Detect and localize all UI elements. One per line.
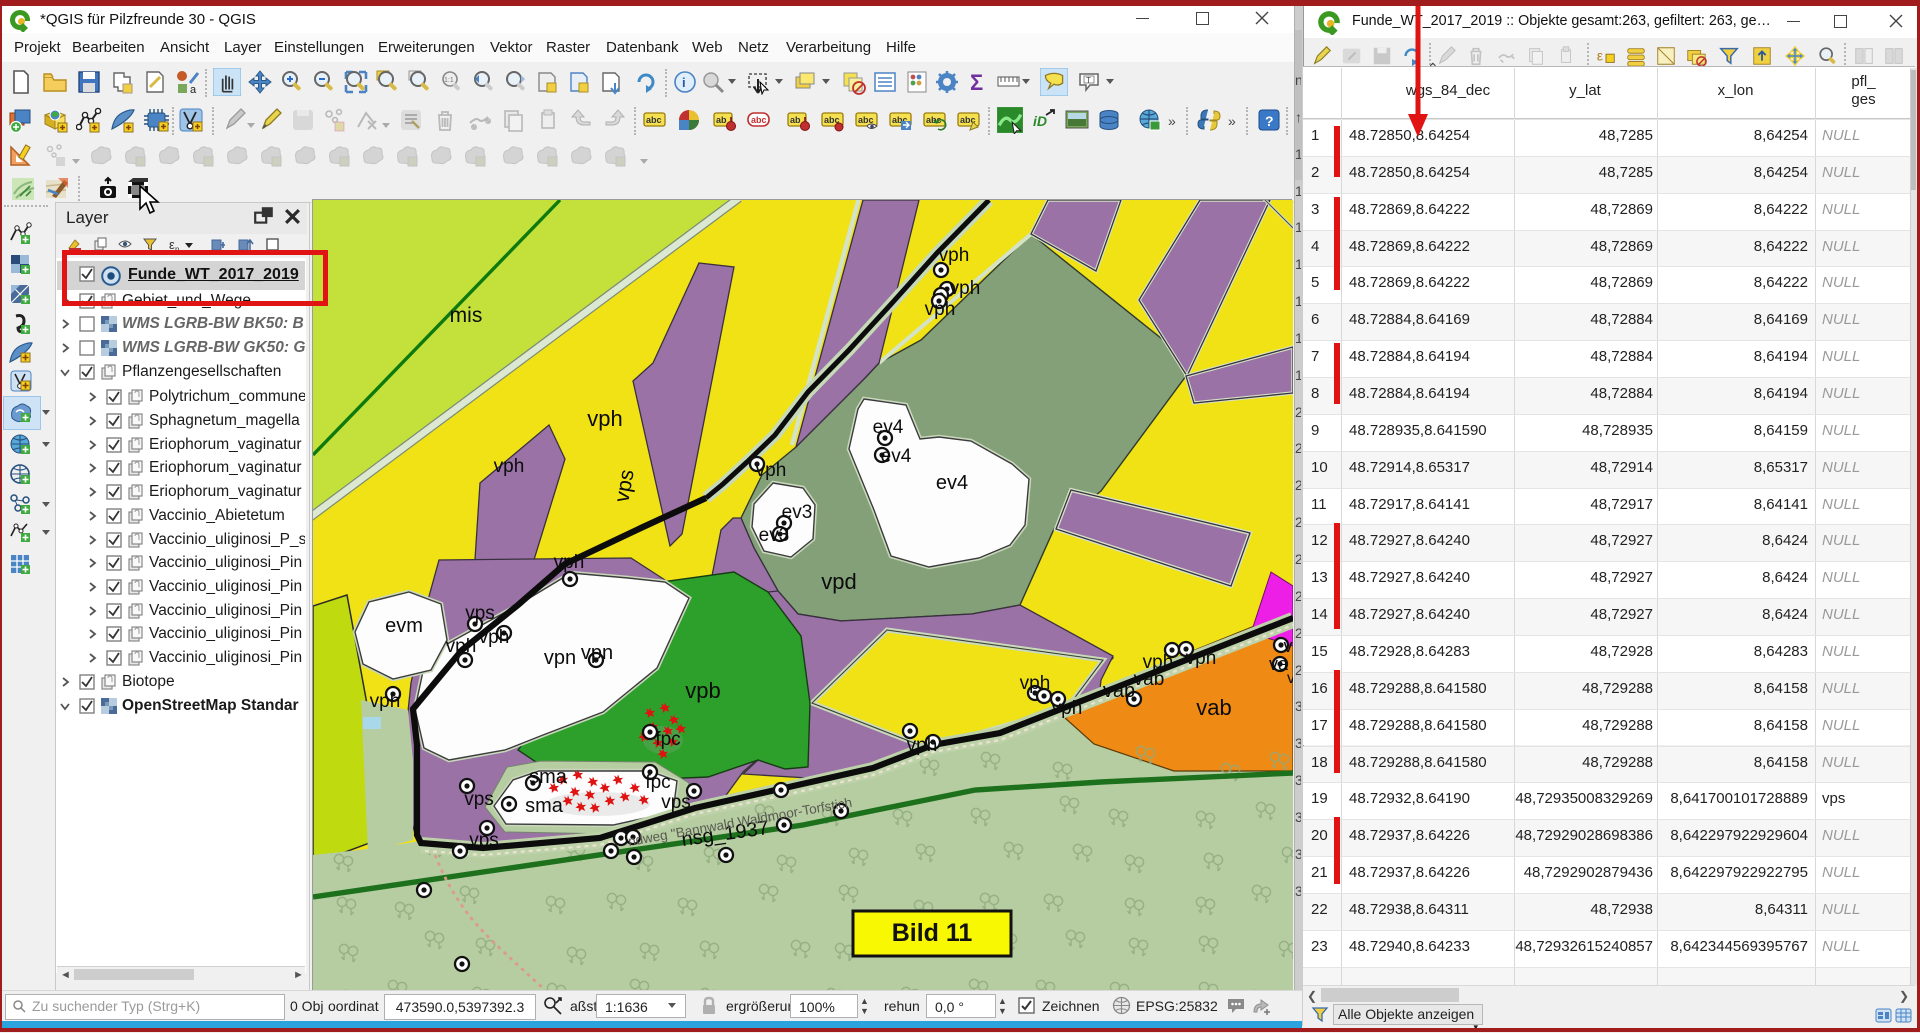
svg-text:vpb: vpb (685, 678, 720, 703)
svg-text:?: ? (1265, 113, 1274, 129)
svg-text:sma: sma (525, 795, 564, 817)
svg-text:vpn: vpn (581, 642, 613, 664)
svg-text:v: v (1284, 636, 1293, 656)
svg-text:vph: vph (907, 735, 938, 756)
svg-text:vph: vph (587, 406, 622, 431)
svg-text:1:1: 1:1 (444, 77, 454, 84)
svg-text:mis: mis (450, 304, 483, 327)
svg-text:abc: abc (751, 115, 767, 125)
svg-text:vph: vph (925, 299, 956, 320)
svg-text:sma: sma (529, 766, 568, 788)
svg-text:v: v (1287, 670, 1293, 687)
svg-text:vps: vps (465, 603, 495, 624)
svg-text:vph: vph (370, 691, 401, 712)
svg-text:ev4: ev4 (881, 446, 912, 467)
svg-text:vph: vph (554, 552, 585, 573)
svg-text:abc: abc (646, 115, 662, 125)
svg-text:ev4: ev4 (936, 472, 968, 494)
svg-text:Bild 11: Bild 11 (892, 919, 973, 947)
svg-text:vph: vph (1186, 648, 1217, 669)
svg-text:ev3: ev3 (782, 502, 813, 523)
svg-text:vph: vph (1020, 673, 1051, 694)
svg-text:Σ: Σ (970, 70, 983, 95)
svg-text:vps: vps (610, 468, 638, 504)
svg-text:a: a (190, 84, 197, 95)
svg-text:ε: ε (1597, 49, 1603, 64)
svg-text:vps: vps (661, 792, 691, 813)
svg-text:i: i (682, 75, 686, 90)
svg-text:vph: vph (446, 636, 477, 657)
svg-text:ab: ab (790, 115, 801, 125)
svg-text:vab: vab (1196, 695, 1231, 720)
svg-text:fpc: fpc (655, 729, 680, 750)
svg-text:vph: vph (939, 245, 970, 266)
svg-text:vps: vps (464, 789, 494, 810)
svg-text:iD: iD (1033, 113, 1047, 129)
svg-text:va: va (1269, 654, 1289, 674)
svg-text:vpd: vpd (821, 569, 856, 594)
svg-text:ev4: ev4 (873, 417, 904, 438)
svg-text:evm: evm (385, 615, 423, 637)
svg-text:vph: vph (494, 456, 525, 477)
svg-text:ev3: ev3 (759, 525, 790, 546)
svg-text:ab: ab (716, 115, 727, 125)
svg-text:vph: vph (1052, 698, 1083, 719)
svg-text:fpc: fpc (645, 772, 670, 793)
svg-text:vps: vps (469, 830, 499, 851)
svg-text:vab: vab (1134, 669, 1165, 690)
svg-text:vab: vab (1103, 680, 1135, 702)
svg-text:T: T (1086, 76, 1091, 85)
svg-text:vph: vph (950, 278, 981, 299)
svg-text:vph: vph (479, 627, 510, 648)
svg-text:vpn: vpn (544, 647, 576, 669)
svg-text:vph: vph (756, 460, 787, 481)
